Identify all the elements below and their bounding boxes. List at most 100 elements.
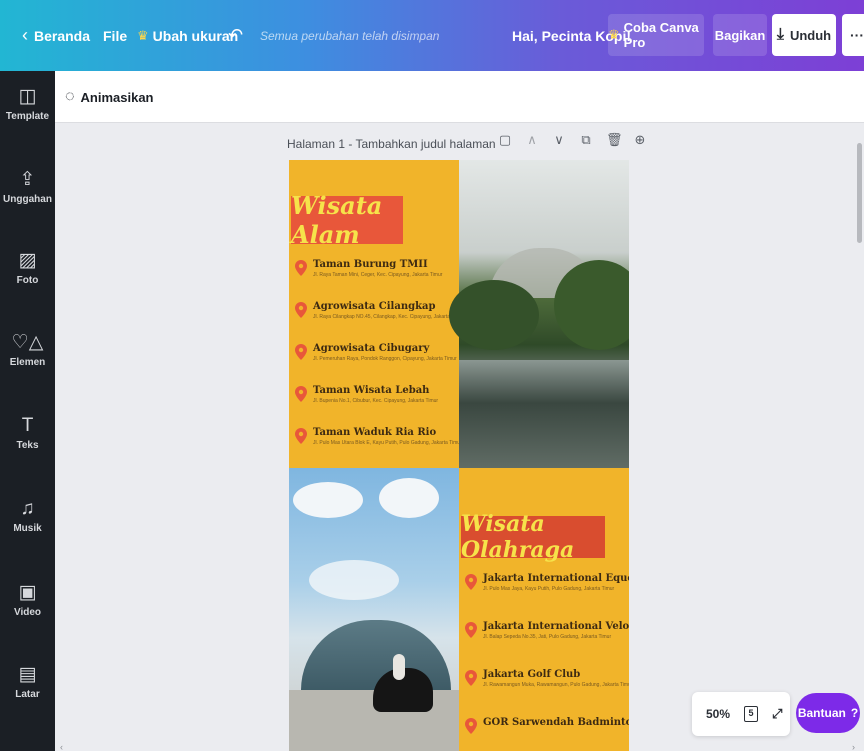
location-name: GOR Sarwendah Badminton Club — [483, 717, 629, 728]
location-address: Jl. Balap Sepeda No.35, Jati, Pulo Gadun… — [483, 634, 612, 640]
sidebar-item-uploads[interactable]: ⇪ Unggahan — [0, 166, 55, 236]
context-toolbar: ◌ Animasikan — [55, 71, 864, 123]
list-item[interactable]: Taman Burung TMII Jl. Raya Taman Mini, C… — [295, 258, 464, 300]
zoom-controls: 50% 5 ⤢ — [692, 692, 790, 736]
canvas-workspace: Halaman 1 - Tambahkan judul halaman ▢ ∧ … — [55, 123, 864, 751]
animate-icon: ◌ — [65, 88, 75, 105]
lake-shape — [459, 360, 629, 468]
sports-list: Jakarta International Equestrian Park Jl… — [465, 572, 629, 751]
location-pin-icon — [465, 718, 477, 734]
animate-label: Animasikan — [80, 89, 154, 105]
page-notes-icon[interactable]: ▢ — [498, 132, 512, 148]
zoom-level[interactable]: 50% — [706, 707, 730, 721]
home-button[interactable]: ‹ Beranda — [22, 0, 90, 71]
save-status: Semua perubahan telah disimpan — [260, 28, 440, 43]
nature-section: Wisata Alam Taman Burung TMII Jl. Raya T… — [289, 160, 464, 468]
location-pin-icon — [295, 302, 307, 318]
sports-heading[interactable]: Wisata Olahraga — [461, 511, 605, 563]
location-pin-icon — [295, 428, 307, 444]
cloud-shape — [293, 482, 363, 518]
resize-label: Ubah ukuran — [152, 27, 239, 44]
page-count-icon[interactable]: 5 — [744, 706, 759, 722]
question-mark-icon: ? — [850, 706, 859, 720]
location-name: Jakarta Golf Club — [483, 669, 581, 680]
cloud-shape — [379, 478, 439, 518]
location-pin-icon — [465, 574, 477, 590]
sidebar-item-label: Foto — [16, 275, 39, 286]
vertical-scrollbar[interactable] — [857, 143, 862, 243]
location-address: Jl. Pulo Mas Utara Blok E, Kayu Putih, P… — [313, 440, 462, 446]
share-button[interactable]: Bagikan — [713, 14, 767, 56]
nature-heading[interactable]: Wisata Alam — [291, 191, 403, 249]
rider-shape — [393, 654, 405, 680]
photo-icon: ▨ — [18, 250, 37, 271]
sidebar-item-template[interactable]: ◫ Template — [0, 83, 55, 153]
list-item[interactable]: Taman Wisata Lebah Jl. Bupenia No.1, Cib… — [295, 384, 464, 426]
list-item[interactable]: Agrowisata Cilangkap Jl. Raya Cilangkap … — [295, 300, 464, 342]
location-address: Jl. Pemeruhan Raya, Pondok Ranggon, Cipa… — [313, 356, 457, 362]
duplicate-page-icon[interactable]: ⧉ — [579, 132, 593, 148]
chevron-up-icon[interactable]: ∧ — [525, 132, 539, 148]
list-item[interactable]: GOR Sarwendah Badminton Club — [465, 716, 629, 751]
sidebar-item-background[interactable]: ▤ Latar — [0, 661, 55, 731]
list-item[interactable]: Taman Waduk Ria Rio Jl. Pulo Mas Utara B… — [295, 426, 464, 468]
try-pro-button[interactable]: ♛ Coba Canva Pro — [608, 14, 704, 56]
elements-icon: ♡△ — [11, 332, 44, 353]
top-bar: ‹ Beranda File ♛ Ubah ukuran ↶ Semua per… — [0, 0, 864, 71]
sidebar-item-label: Musik — [13, 523, 42, 534]
location-address: Jl. Bupenia No.1, Cibubur, Kec. Cipayung… — [313, 398, 439, 404]
chevron-down-icon[interactable]: ∨ — [552, 132, 566, 148]
page-tools: ▢ ∧ ∨ ⧉ 🗑 ⊕ — [498, 132, 647, 148]
music-icon: ♫ — [20, 498, 35, 519]
location-name: Taman Wisata Lebah — [313, 385, 430, 396]
file-menu-button[interactable]: File — [103, 0, 127, 71]
sidebar-item-text[interactable]: T Teks — [0, 412, 55, 482]
list-item[interactable]: Jakarta International Equestrian Park Jl… — [465, 572, 629, 620]
scroll-left-icon[interactable]: ‹ — [60, 742, 63, 751]
resize-button[interactable]: ♛ Ubah ukuran — [137, 0, 238, 71]
upload-icon: ⇪ — [19, 169, 36, 190]
park-photo[interactable] — [449, 160, 629, 468]
location-name: Jakarta International Velodrome — [483, 621, 629, 632]
add-page-icon[interactable]: ⊕ — [633, 132, 647, 148]
location-address: Jl. Rawamangun Muka, Rawamangun, Pulo Ga… — [483, 682, 629, 688]
chevron-left-icon: ‹ — [22, 25, 28, 45]
location-pin-icon — [295, 260, 307, 276]
list-item[interactable]: Jakarta Golf Club Jl. Rawamangun Muka, R… — [465, 668, 629, 716]
download-button[interactable]: ⤓ Unduh — [772, 14, 836, 56]
location-address: Jl. Raya Cilangkap NO.45, Cilangkap, Kec… — [313, 314, 464, 320]
help-button[interactable]: Bantuan ? — [796, 693, 860, 733]
undo-icon[interactable]: ↶ — [228, 0, 243, 71]
tree-shape — [449, 280, 539, 350]
location-pin-icon — [295, 386, 307, 402]
fullscreen-icon[interactable]: ⤢ — [772, 706, 782, 722]
equestrian-photo[interactable] — [289, 468, 459, 751]
design-page[interactable]: Wisata Alam Taman Burung TMII Jl. Raya T… — [289, 160, 629, 751]
sidebar-item-photos[interactable]: ▨ Foto — [0, 247, 55, 317]
scroll-right-icon[interactable]: › — [852, 742, 855, 751]
background-icon: ▤ — [18, 664, 37, 685]
sidebar-item-music[interactable]: ♫ Musik — [0, 495, 55, 565]
try-pro-label: Coba Canva Pro — [623, 20, 699, 50]
left-sidebar: ◫ Template ⇪ Unggahan ▨ Foto ♡△ Elemen T… — [0, 71, 55, 751]
delete-page-icon[interactable]: 🗑 — [606, 132, 623, 148]
sidebar-item-elements[interactable]: ♡△ Elemen — [0, 329, 55, 399]
list-item[interactable]: Jakarta International Velodrome Jl. Bala… — [465, 620, 629, 668]
sidebar-item-label: Unggahan — [3, 194, 52, 205]
help-label: Bantuan — [797, 706, 846, 720]
page-title[interactable]: Halaman 1 - Tambahkan judul halaman — [287, 137, 496, 151]
sidebar-item-label: Teks — [16, 440, 39, 451]
download-label: Unduh — [789, 27, 832, 43]
tree-shape — [554, 260, 629, 350]
location-name: Agrowisata Cibugary — [313, 343, 430, 354]
animate-button[interactable]: ◌ Animasikan — [65, 85, 154, 109]
text-icon: T — [21, 415, 34, 436]
sidebar-item-video[interactable]: ▣ Video — [0, 579, 55, 649]
sidebar-item-label: Template — [5, 111, 50, 122]
location-name: Taman Waduk Ria Rio — [313, 427, 437, 438]
video-icon: ▣ — [18, 582, 37, 603]
crown-icon: ♛ — [608, 27, 620, 42]
list-item[interactable]: Agrowisata Cibugary Jl. Pemeruhan Raya, … — [295, 342, 464, 384]
location-address: Jl. Pulo Mas Jaya, Kayu Putih, Pulo Gadu… — [483, 586, 615, 592]
more-options-button[interactable]: ··· — [842, 14, 864, 56]
